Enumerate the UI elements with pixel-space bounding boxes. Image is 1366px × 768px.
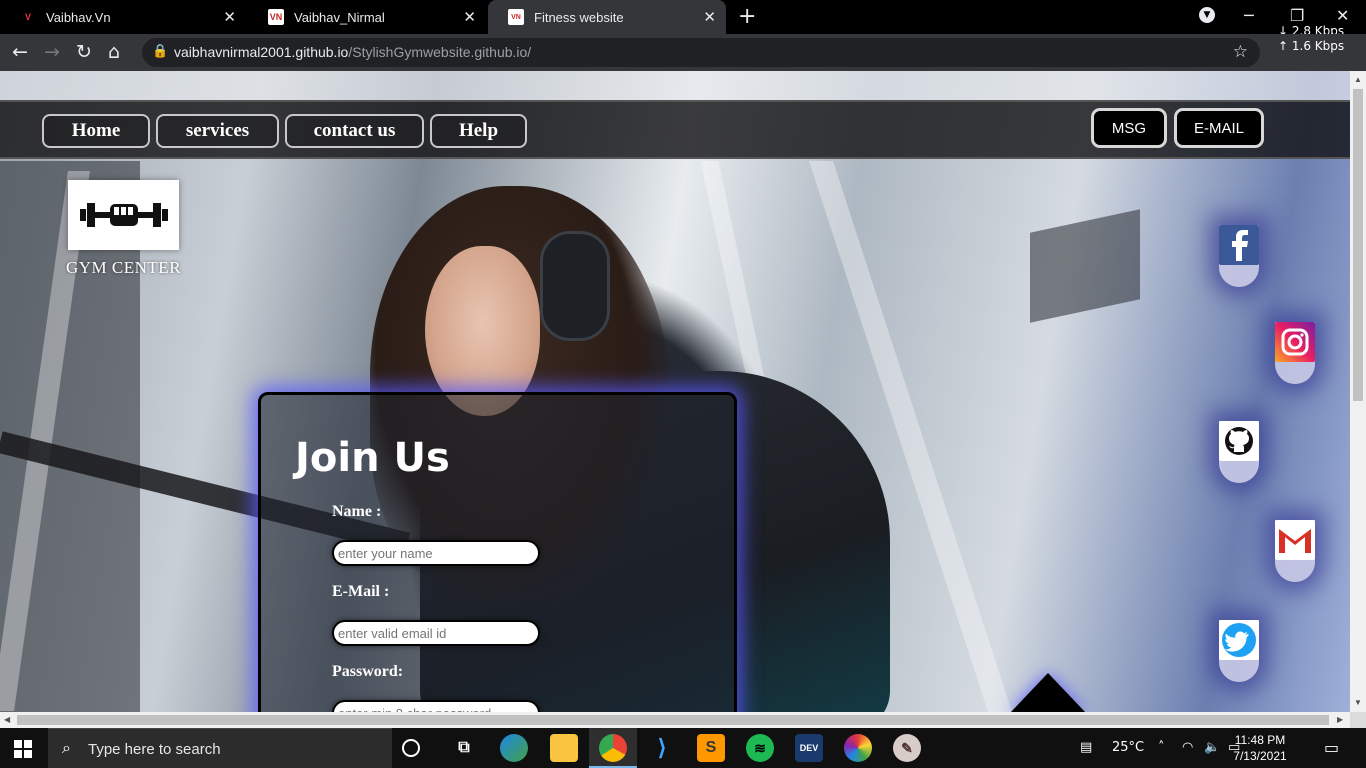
color-wheel-app-icon[interactable] xyxy=(844,734,872,762)
spotify-icon[interactable]: ≋ xyxy=(746,734,774,762)
reload-icon[interactable]: ↻ xyxy=(76,41,92,63)
github-octocat-glyph xyxy=(1225,427,1253,455)
file-explorer-icon[interactable] xyxy=(550,734,578,762)
chrome-icon[interactable] xyxy=(599,734,627,762)
system-clock[interactable]: 11:48 PM 7/13/2021 xyxy=(1225,732,1295,764)
vn-logo-icon: VN xyxy=(508,9,524,25)
gmail-icon[interactable] xyxy=(1275,520,1315,560)
temperature-text[interactable]: 25°C xyxy=(1112,740,1144,755)
v-logo-icon: V xyxy=(24,12,31,22)
name-input[interactable] xyxy=(332,540,540,566)
close-icon[interactable]: ✕ xyxy=(223,8,236,26)
vertical-scroll-thumb[interactable] xyxy=(1353,89,1363,401)
tab-title: Vaibhav_Nirmal xyxy=(294,9,385,25)
tab-fitness-website[interactable]: VN Fitness website ✕ xyxy=(488,0,726,34)
scroll-right-arrow-icon[interactable]: ▶ xyxy=(1337,715,1343,724)
gmail-m-glyph xyxy=(1279,529,1311,553)
site-navbar: Home services contact us Help MSG E-MAIL xyxy=(0,100,1350,159)
net-upload-speed: ↑ 1.6 Kbps xyxy=(1278,39,1345,53)
taskbar-search[interactable]: ⌕ Type here to search xyxy=(48,728,392,768)
wifi-icon[interactable]: ◠ xyxy=(1182,740,1193,755)
logo-text: GYM CENTER xyxy=(66,258,182,277)
edge-icon[interactable] xyxy=(500,734,528,762)
instagram-icon[interactable] xyxy=(1275,322,1315,362)
dumbbell-fist-icon xyxy=(79,203,168,227)
password-label: Password: xyxy=(332,663,404,680)
notification-icon[interactable]: ▭ xyxy=(1324,738,1339,757)
twitter-bird-glyph xyxy=(1222,623,1256,657)
task-view-icon[interactable]: ⧉ xyxy=(450,734,478,762)
volume-icon[interactable]: 🔈 xyxy=(1204,740,1220,755)
tab-vaibhav-vn[interactable]: V Vaibhav.Vn ✕ xyxy=(0,0,246,34)
windows-taskbar: ⌕ Type here to search ⧉ ⟩ S ≋ DEV ✎ ▤ 25… xyxy=(0,728,1366,768)
new-tab-icon[interactable]: + xyxy=(738,4,756,29)
search-icon: ⌕ xyxy=(62,738,71,757)
tab-vaibhav-nirmal[interactable]: VN Vaibhav_Nirmal ✕ xyxy=(248,0,486,34)
clock-time: 11:48 PM xyxy=(1234,733,1286,747)
home-icon[interactable]: ⌂ xyxy=(108,41,120,63)
tab-title: Vaibhav.Vn xyxy=(46,9,111,25)
instagram-camera-glyph xyxy=(1281,328,1309,356)
back-icon[interactable]: ← xyxy=(12,41,28,63)
person-face xyxy=(425,246,540,416)
scroll-left-arrow-icon[interactable]: ◀ xyxy=(4,715,10,724)
search-placeholder: Type here to search xyxy=(88,741,221,758)
weather-icon[interactable]: ▤ xyxy=(1080,740,1092,755)
forward-icon[interactable]: → xyxy=(44,41,60,63)
name-label: Name : xyxy=(332,503,382,520)
lock-icon: 🔒 xyxy=(152,43,169,58)
paint-icon[interactable]: ✎ xyxy=(893,734,921,762)
nav-services[interactable]: services xyxy=(156,114,279,148)
email-button[interactable]: E-MAIL xyxy=(1174,108,1264,148)
vertical-scrollbar[interactable]: ▲ ▼ xyxy=(1350,71,1366,712)
address-bar[interactable]: 🔒 vaibhavnirmal2001.github.io/StylishGym… xyxy=(142,38,1260,67)
facebook-icon[interactable] xyxy=(1219,225,1259,265)
scroll-down-arrow-icon[interactable]: ▼ xyxy=(1354,698,1362,707)
browser-tab-strip: V Vaibhav.Vn ✕ VN Vaibhav_Nirmal ✕ VN Fi… xyxy=(0,0,1366,38)
browser-toolbar: ← → ↻ ⌂ 🔒 vaibhavnirmal2001.github.io/St… xyxy=(0,34,1366,71)
close-icon[interactable]: ✕ xyxy=(463,8,476,26)
email-label: E-Mail : xyxy=(332,583,390,600)
headphones-image xyxy=(540,231,610,341)
password-input[interactable] xyxy=(332,700,540,712)
cortana-icon[interactable] xyxy=(402,739,420,757)
scroll-up-triangle[interactable] xyxy=(1010,673,1086,712)
join-us-form: Join Us Name : E-Mail : Password: xyxy=(258,392,737,712)
background-machine xyxy=(1030,209,1140,323)
github-icon[interactable] xyxy=(1219,421,1259,461)
email-input[interactable] xyxy=(332,620,540,646)
facebook-f-glyph xyxy=(1232,230,1248,261)
scroll-up-arrow-icon[interactable]: ▲ xyxy=(1354,75,1362,84)
tray-chevron-icon[interactable]: ˄ xyxy=(1158,740,1165,755)
nav-home[interactable]: Home xyxy=(42,114,150,148)
clock-date: 7/13/2021 xyxy=(1233,749,1287,763)
horizontal-scroll-thumb[interactable] xyxy=(17,715,1329,725)
msg-button[interactable]: MSG xyxy=(1091,108,1167,148)
close-window-icon[interactable]: ✕ xyxy=(1336,6,1349,25)
horizontal-scrollbar[interactable]: ◀ ▶ xyxy=(0,712,1350,728)
tab-search-icon[interactable]: ▼ xyxy=(1199,7,1215,23)
scrollbar-corner xyxy=(1350,712,1366,728)
tab-title: Fitness website xyxy=(534,9,624,25)
minimize-icon[interactable]: ─ xyxy=(1244,6,1254,25)
twitter-icon[interactable] xyxy=(1219,620,1259,660)
page-viewport: Home services contact us Help MSG E-MAIL… xyxy=(0,71,1350,712)
page-top-strip xyxy=(0,71,1350,100)
bookmark-star-icon[interactable]: ☆ xyxy=(1233,42,1248,62)
windows-start-icon[interactable] xyxy=(14,740,32,758)
gym-logo[interactable] xyxy=(68,180,179,250)
close-icon[interactable]: ✕ xyxy=(703,8,716,26)
vscode-icon[interactable]: ⟩ xyxy=(648,734,676,762)
url-text[interactable]: vaibhavnirmal2001.github.io/StylishGymwe… xyxy=(174,44,531,60)
vn-logo-icon: VN xyxy=(268,9,284,25)
restore-icon[interactable]: ❐ xyxy=(1290,6,1304,25)
nav-contact-us[interactable]: contact us xyxy=(285,114,424,148)
form-title: Join Us xyxy=(295,435,450,481)
devc-icon[interactable]: DEV xyxy=(795,734,823,762)
sublime-text-icon[interactable]: S xyxy=(697,734,725,762)
nav-help[interactable]: Help xyxy=(430,114,527,148)
